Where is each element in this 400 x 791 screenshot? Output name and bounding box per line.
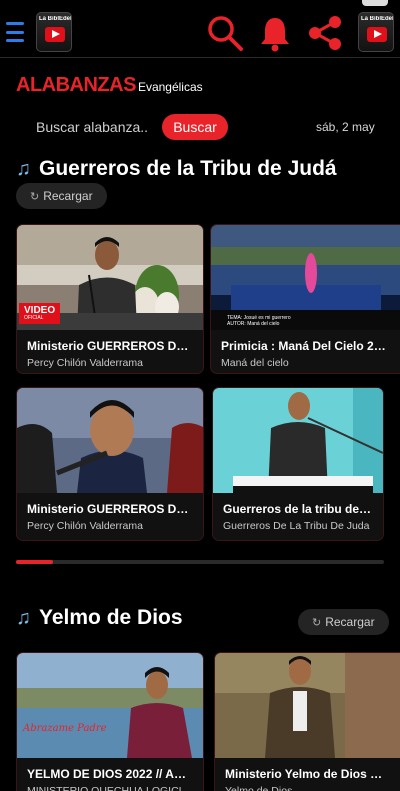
app-logo-text: La BiblEdebí xyxy=(361,16,393,22)
brand-title-main: ALABANZAS xyxy=(16,74,136,96)
video-card[interactable]: VIDEO OFICIAL Ministerio GUERREROS DE LA… xyxy=(16,224,204,374)
carousel-scrollbar-thumb[interactable] xyxy=(16,560,53,564)
video-title: Ministerio GUERREROS DE LA TRIBU DE JUDÁ xyxy=(27,502,203,516)
reload-button[interactable]: ↻ Recargar xyxy=(298,609,389,635)
video-title: Ministerio GUERREROS DE LA TRIBU DE JUDÁ xyxy=(27,339,203,353)
video-card[interactable]: Ministerio GUERREROS DE LA TRIBU DE JUDÁ… xyxy=(16,387,204,541)
brand-subtitle: Evangélicas xyxy=(137,80,203,94)
menu-icon[interactable] xyxy=(6,22,24,42)
reload-label: Recargar xyxy=(325,615,375,629)
video-overlay-text: TEMA: Josué es mi guerrero AUTOR: Maná d… xyxy=(227,315,291,327)
app-logo-secondary[interactable]: La BiblEdebí xyxy=(358,12,394,52)
video-thumbnail-text: Abrazame Padre xyxy=(23,723,107,734)
music-note-icon: ♫ xyxy=(16,158,31,180)
video-card[interactable]: Ministerio Yelmo de Dios ▷ Alabanzas Yel… xyxy=(214,652,400,791)
video-channel: Guerreros De La Tribu De Juda xyxy=(223,520,370,532)
section-title-text: Yelmo de Dios xyxy=(39,606,183,629)
date-label: sáb, 2 may xyxy=(316,120,375,134)
video-channel: Percy Chilón Valderrama xyxy=(27,520,143,532)
refresh-icon: ↻ xyxy=(30,191,40,203)
section-title-text: Guerreros de la Tribu de Judá xyxy=(39,157,337,180)
video-badge-subtext: OFICIAL xyxy=(24,315,44,321)
share-icon[interactable] xyxy=(306,14,344,52)
video-title: YELMO DE DIOS 2022 // ABRAZAME PADRE xyxy=(27,767,203,781)
video-channel: Percy Chilón Valderrama xyxy=(27,357,143,369)
video-title: Guerreros de la tribu de judá xyxy=(223,502,383,516)
search-input[interactable] xyxy=(36,116,156,138)
video-channel: Yelmo de Dios xyxy=(225,785,293,791)
video-channel: MINISTERIO QUECHUA LOGICIAL xyxy=(27,785,195,791)
bell-icon[interactable] xyxy=(256,14,294,52)
app-bar: La BiblEdebí La BiblEdebí xyxy=(0,8,400,58)
video-thumbnail xyxy=(213,388,383,493)
play-icon xyxy=(367,27,387,42)
battery-icon xyxy=(362,0,388,6)
app-logo[interactable]: La BiblEdebí xyxy=(36,12,72,52)
video-title: Primicia : Maná Del Cielo 2020 xyxy=(221,339,394,353)
video-overlay-line: AUTOR: Maná del cielo xyxy=(227,321,280,327)
reload-label: Recargar xyxy=(43,189,93,203)
video-card[interactable]: TEMA: Josué es mi guerrero AUTOR: Maná d… xyxy=(210,224,400,374)
play-icon xyxy=(45,27,65,42)
video-card[interactable]: Abrazame Padre YELMO DE DIOS 2022 // ABR… xyxy=(16,652,204,791)
section-title: ♫ Yelmo de Dios xyxy=(16,606,183,630)
refresh-icon: ↻ xyxy=(312,617,322,629)
video-thumbnail: TEMA: Josué es mi guerrero AUTOR: Maná d… xyxy=(211,225,400,330)
section-title: ♫ Guerreros de la Tribu de Judá xyxy=(16,157,337,181)
carousel-scrollbar[interactable] xyxy=(16,560,384,564)
search-button[interactable]: Buscar xyxy=(162,114,228,140)
music-note-icon: ♫ xyxy=(16,607,31,629)
video-thumbnail xyxy=(17,388,203,493)
reload-button[interactable]: ↻ Recargar xyxy=(16,183,107,209)
video-thumbnail: Abrazame Padre xyxy=(17,653,203,758)
video-channel: Maná del cielo xyxy=(221,357,289,369)
search-icon[interactable] xyxy=(206,14,244,52)
app-logo-text: La BiblEdebí xyxy=(39,16,71,22)
status-bar xyxy=(0,0,400,8)
video-badge: VIDEO OFICIAL xyxy=(19,303,61,324)
video-card[interactable]: Guerreros de la tribu de judá Guerreros … xyxy=(212,387,384,541)
video-thumbnail xyxy=(215,653,400,758)
video-title: Ministerio Yelmo de Dios ▷ Alabanzas xyxy=(225,767,400,781)
brand-title: ALABANZAS Evangélicas xyxy=(16,74,203,97)
video-thumbnail: VIDEO OFICIAL xyxy=(17,225,203,330)
